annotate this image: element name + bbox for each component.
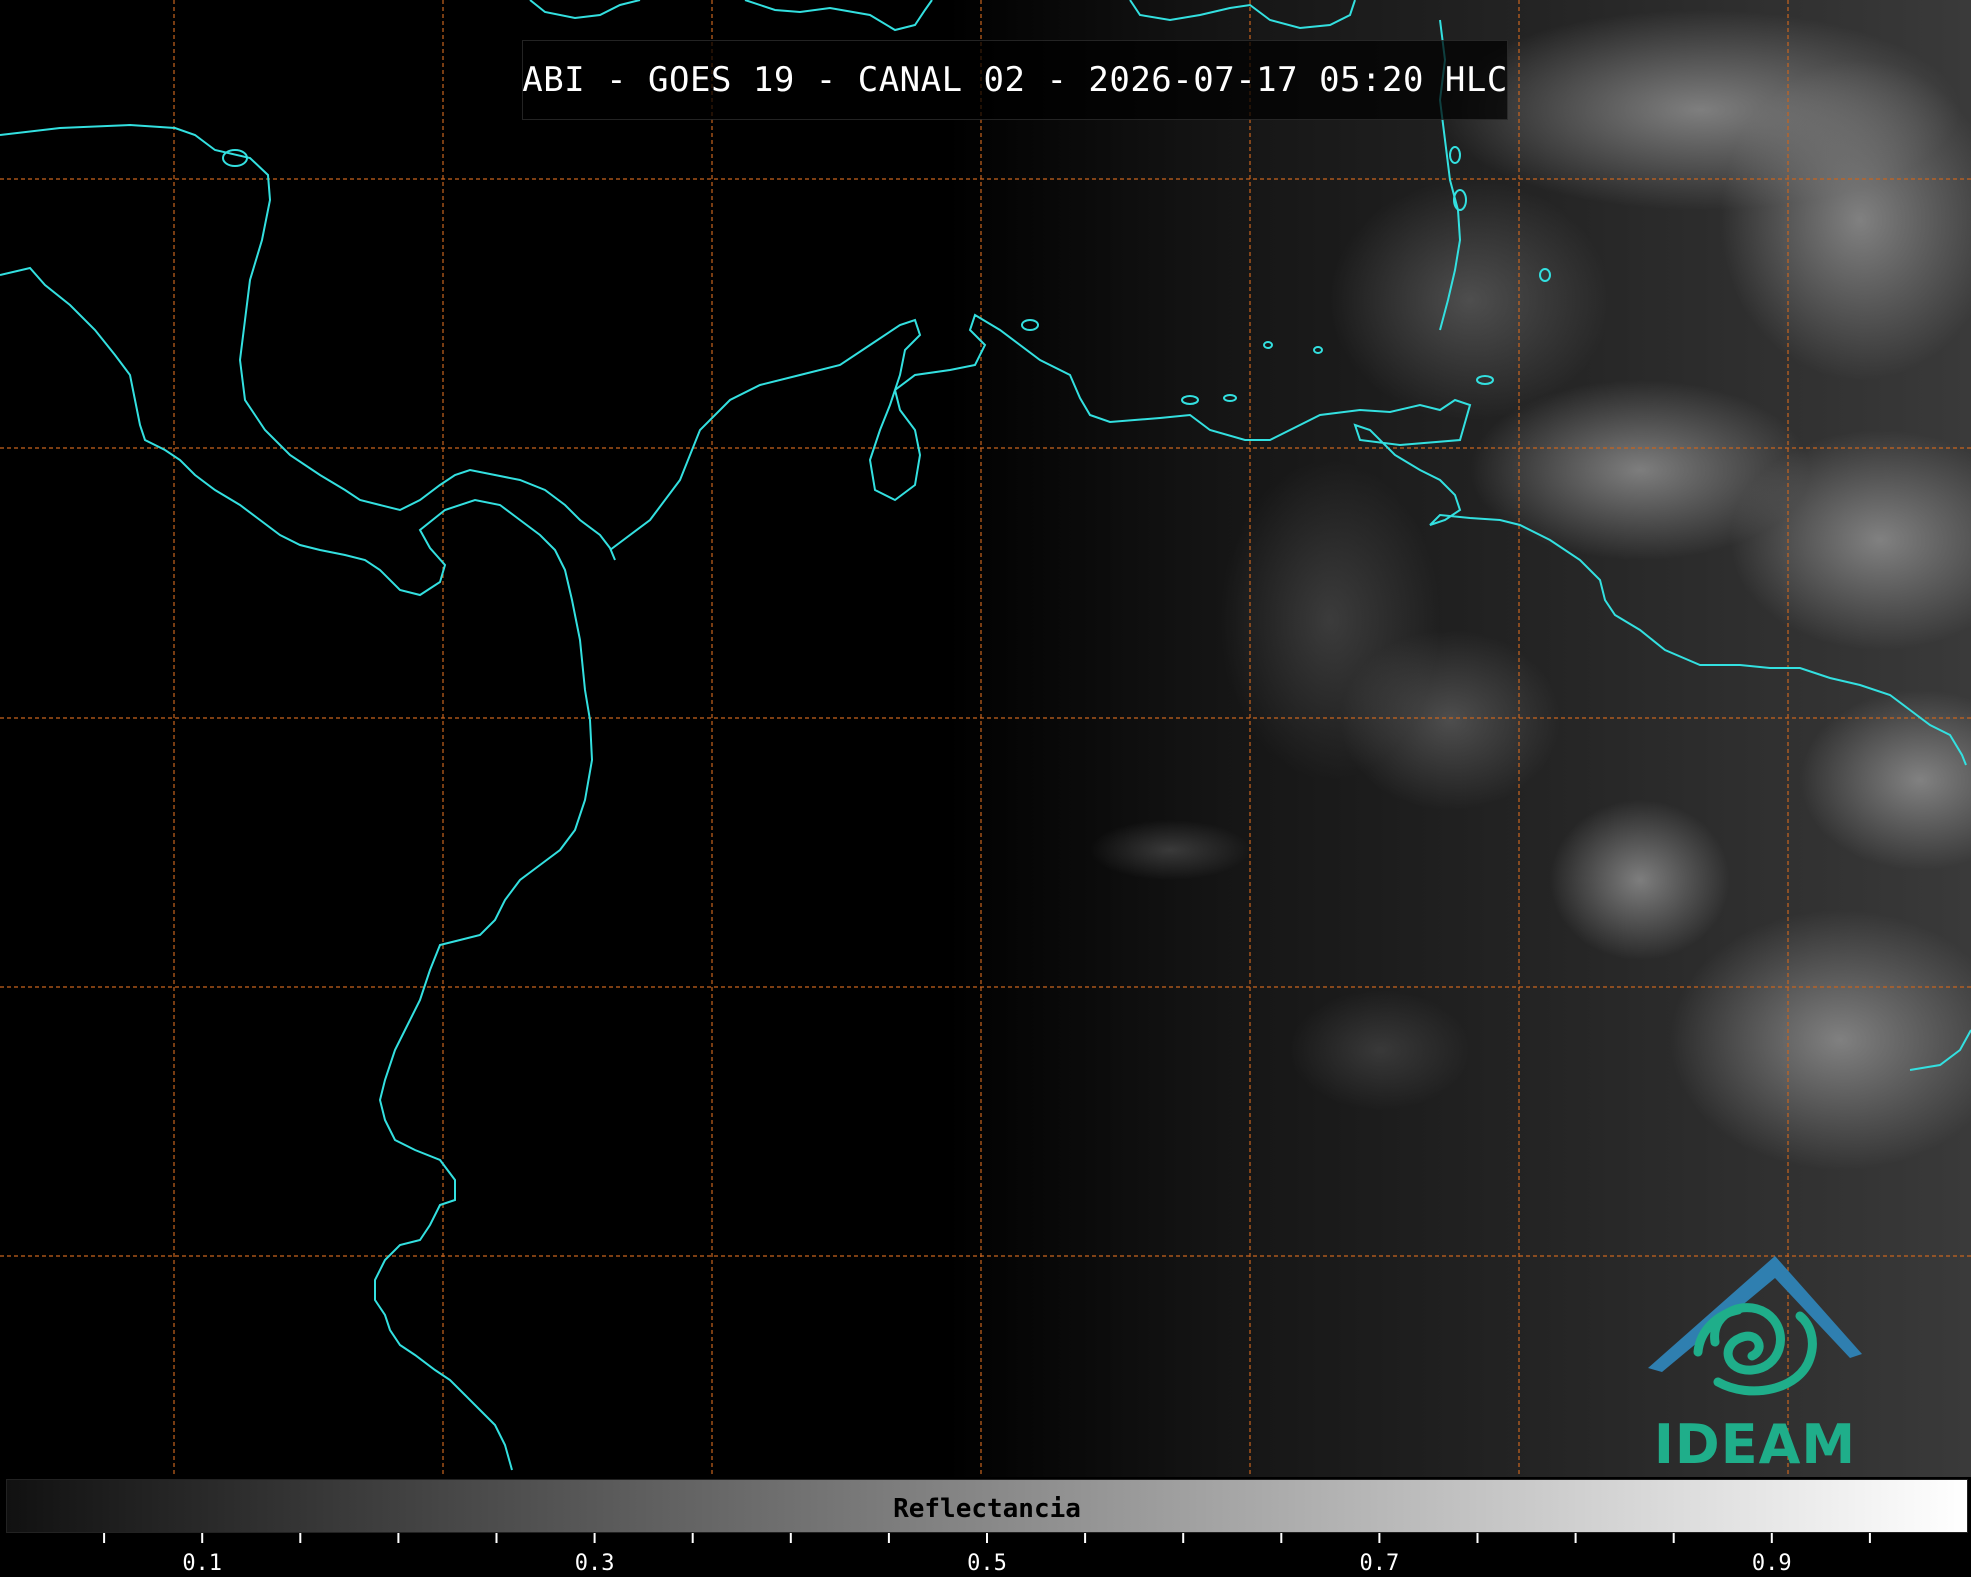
- colorbar-tick-label: 0.7: [1359, 1551, 1400, 1576]
- colorbar-tick-label: 0.1: [182, 1551, 223, 1576]
- colorbar-tick-label: 0.3: [574, 1551, 615, 1576]
- satellite-map: ABI - GOES 19 - CANAL 02 - 2026-07-17 05…: [0, 0, 1971, 1477]
- colorbar-label: Reflectancia: [893, 1494, 1081, 1524]
- ideam-logo-graphic: [1648, 1256, 1862, 1396]
- colorbar: Reflectancia: [6, 1479, 1968, 1533]
- image-title: ABI - GOES 19 - CANAL 02 - 2026-07-17 05…: [522, 60, 1508, 100]
- colorbar-axis: 0.1 0.3 0.5 0.7 0.9: [0, 1533, 1971, 1577]
- ideam-logo: IDEAM: [1640, 1250, 1870, 1476]
- ideam-logo-text: IDEAM: [1653, 1413, 1857, 1476]
- colorbar-tick-label: 0.5: [967, 1551, 1007, 1576]
- colorbar-tick-label: 0.9: [1751, 1551, 1792, 1576]
- title-box: ABI - GOES 19 - CANAL 02 - 2026-07-17 05…: [522, 40, 1508, 120]
- colorbar-tick-marks: [103, 1533, 1871, 1543]
